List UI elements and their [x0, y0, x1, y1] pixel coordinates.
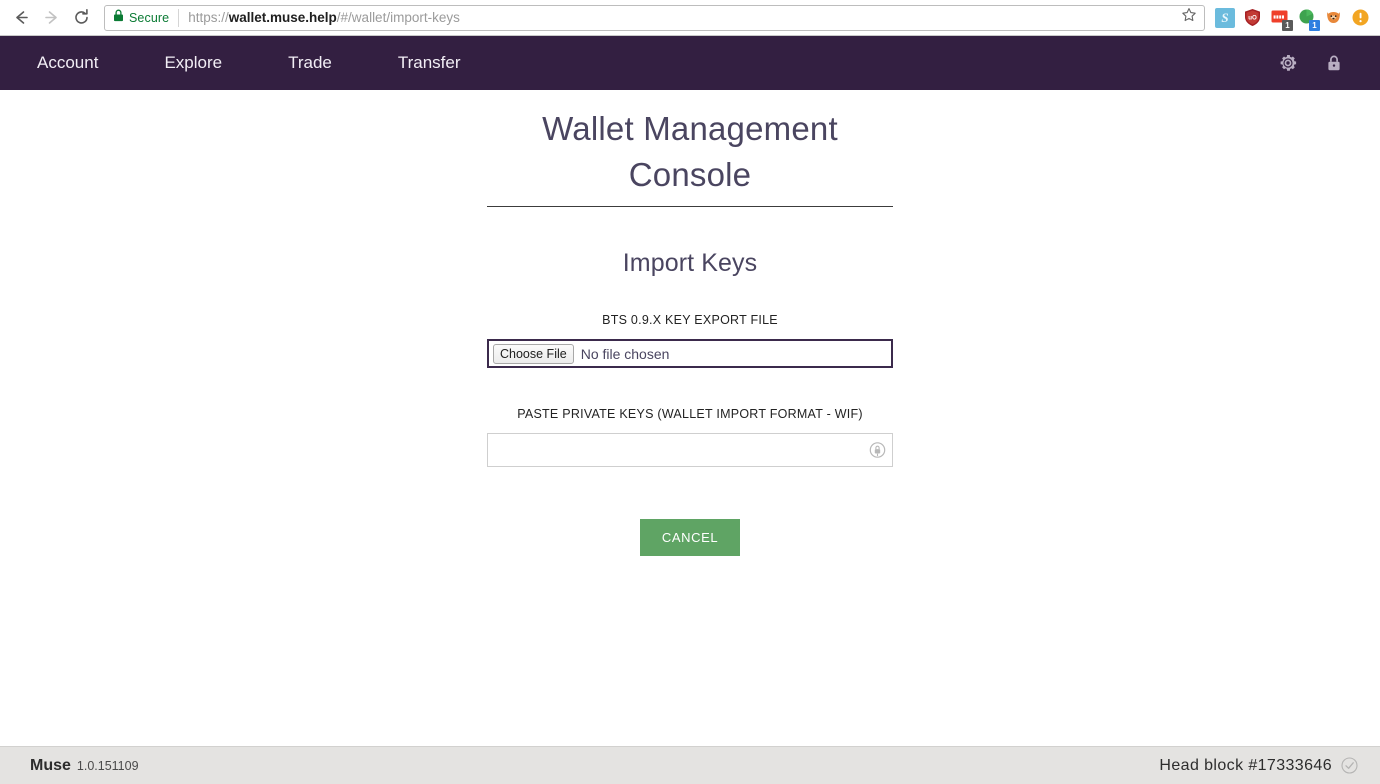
secure-label: Secure [129, 10, 170, 25]
import-keys-form: Wallet Management Console Import Keys BT… [487, 90, 893, 556]
url-path: /#/wallet/import-keys [336, 10, 460, 25]
nav-item-transfer[interactable]: Transfer [383, 36, 476, 90]
keys-field-label: Paste Private Keys (Wallet Import Format… [517, 407, 863, 421]
app-nav-actions [1278, 53, 1358, 73]
nav-item-trade[interactable]: Trade [273, 36, 347, 90]
file-field-label: BTS 0.9.X Key Export File [602, 313, 778, 327]
steem-extension-glyph: S [1221, 9, 1229, 25]
security-indicator[interactable]: Secure [113, 8, 180, 27]
page-body: Wallet Management Console Import Keys BT… [0, 90, 1380, 746]
url-scheme: https:// [188, 10, 229, 25]
head-block-label: Head block #17333646 [1159, 756, 1332, 774]
keys-input-wrapper [487, 433, 893, 467]
green-extension-icon[interactable]: 1 [1296, 8, 1320, 31]
red-extension-badge: 1 [1282, 19, 1293, 31]
url-host: wallet.muse.help [228, 10, 337, 25]
cancel-button[interactable]: Cancel [639, 519, 741, 556]
status-footer: Muse 1.0.151109 Head block #17333646 [0, 746, 1380, 784]
back-button[interactable] [6, 3, 36, 33]
file-status-text: No file chosen [580, 345, 670, 362]
forward-button[interactable] [36, 3, 66, 33]
back-arrow-icon [12, 8, 31, 27]
title-divider [487, 206, 893, 207]
page-title: Wallet Management Console [542, 110, 838, 193]
lock-icon[interactable] [1324, 53, 1344, 73]
nav-item-account[interactable]: Account [22, 36, 113, 90]
app-navbar: Account Explore Trade Transfer [0, 36, 1380, 90]
file-input-field[interactable]: Choose File No file chosen [487, 339, 893, 368]
app-nav-items: Account Explore Trade Transfer [22, 36, 476, 90]
red-extension-icon[interactable]: 1 [1269, 8, 1293, 31]
svg-text:uO: uO [1248, 15, 1257, 22]
extension-tray: S uO 1 1 [1211, 7, 1374, 31]
star-icon [1181, 7, 1197, 28]
footer-brand: Muse [30, 756, 71, 774]
green-extension-badge: 1 [1309, 19, 1320, 31]
url-text: https://wallet.muse.help/#/wallet/import… [188, 10, 1178, 25]
ublock-origin-icon[interactable]: uO [1242, 8, 1262, 28]
form-actions: Cancel [487, 519, 893, 556]
footer-status-group: Head block #17333646 [1159, 757, 1358, 775]
secure-lock-icon [113, 9, 124, 27]
footer-brand-group: Muse 1.0.151109 [30, 757, 139, 775]
browser-toolbar: Secure https://wallet.muse.help/#/wallet… [0, 0, 1380, 36]
check-circle-icon [1341, 757, 1358, 774]
bookmark-button[interactable] [1178, 7, 1200, 29]
alert-extension-icon[interactable] [1350, 8, 1370, 28]
password-manager-icon[interactable] [869, 442, 886, 459]
footer-version: 1.0.151109 [76, 758, 139, 773]
nav-item-explore[interactable]: Explore [149, 36, 237, 90]
section-title: Import Keys [622, 249, 758, 277]
address-bar[interactable]: Secure https://wallet.muse.help/#/wallet… [104, 4, 1205, 31]
forward-arrow-icon [42, 8, 61, 27]
fox-extension-icon[interactable] [1323, 8, 1343, 28]
steem-extension-icon[interactable]: S [1215, 7, 1235, 28]
field-spacer [487, 368, 893, 407]
reload-button[interactable] [66, 3, 96, 33]
private-keys-input[interactable] [487, 433, 893, 467]
reload-icon [72, 8, 91, 27]
choose-file-button[interactable]: Choose File [493, 343, 574, 364]
gear-icon[interactable] [1278, 53, 1298, 73]
